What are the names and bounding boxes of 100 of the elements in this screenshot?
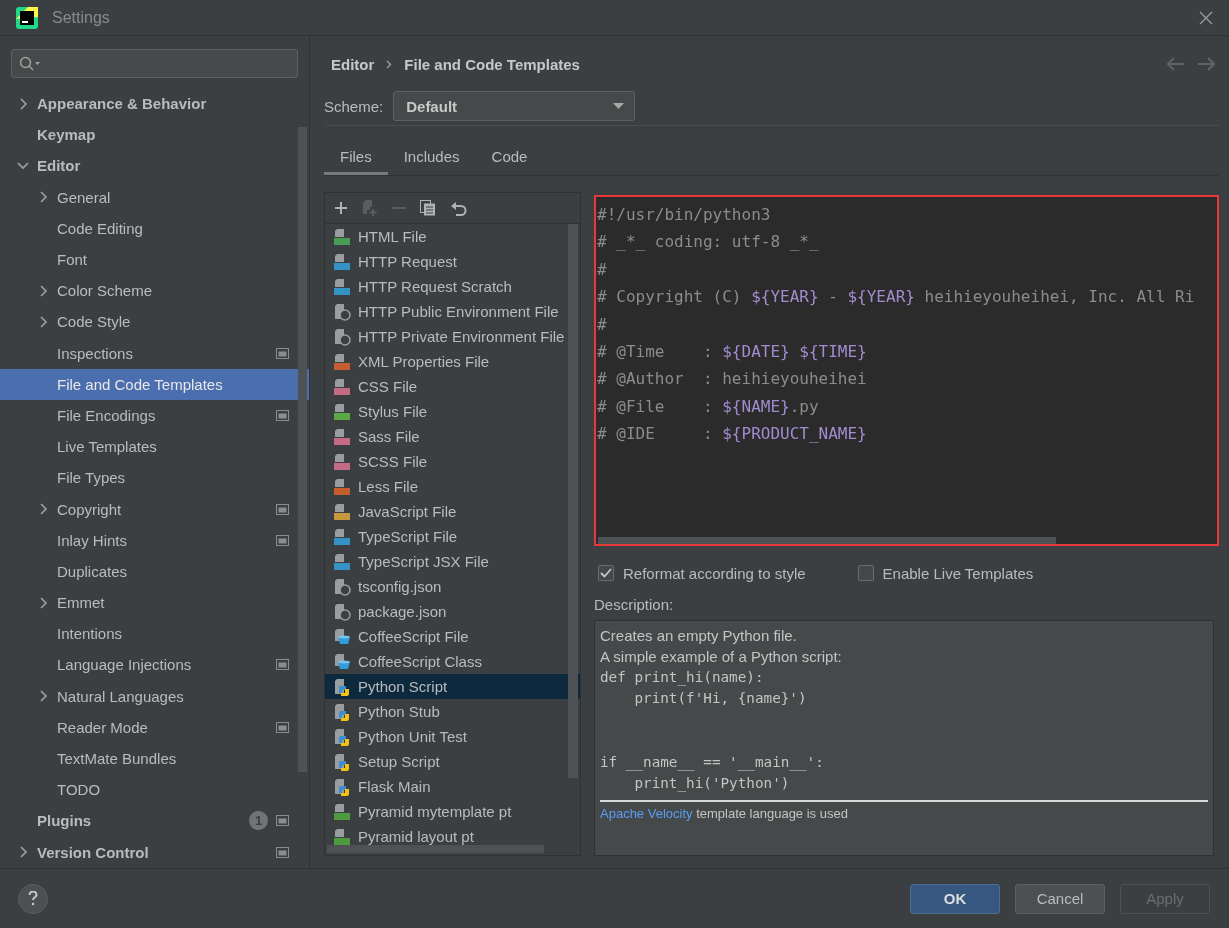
code-line: # bbox=[597, 313, 608, 336]
coffee-cup-icon bbox=[333, 627, 351, 646]
settings-tree-item[interactable]: Copyright bbox=[0, 493, 309, 525]
template-item[interactable]: CSS File bbox=[325, 374, 580, 399]
template-item[interactable]: HTTP Public Environment File bbox=[325, 299, 580, 324]
template-item[interactable]: HTTP Request bbox=[325, 249, 580, 274]
search-icon bbox=[19, 55, 41, 72]
settings-tree-item[interactable]: Code Editing bbox=[0, 212, 309, 244]
python-file-icon bbox=[333, 677, 351, 696]
description-text: A simple example of a Python script: bbox=[600, 647, 843, 667]
template-item[interactable]: XML Properties File bbox=[325, 349, 580, 374]
scrollbar[interactable] bbox=[327, 845, 544, 853]
add-icon[interactable] bbox=[334, 201, 348, 215]
template-item[interactable]: Less File bbox=[325, 474, 580, 499]
settings-tree-item[interactable]: Reader Mode bbox=[0, 711, 309, 743]
chevron-icon bbox=[386, 59, 393, 69]
template-item[interactable]: Setup Script bbox=[325, 749, 580, 774]
template-item[interactable]: TypeScript File bbox=[325, 524, 580, 549]
code-line: # _*_ coding: utf-8 _*_ bbox=[597, 231, 820, 254]
settings-tree-item[interactable]: Duplicates bbox=[0, 555, 309, 587]
template-item[interactable]: Python Stub bbox=[325, 699, 580, 724]
template-item[interactable]: Sass File bbox=[325, 424, 580, 449]
json-file-icon bbox=[333, 302, 351, 321]
template-item[interactable]: HTTP Request Scratch bbox=[325, 274, 580, 299]
copy-icon[interactable] bbox=[420, 200, 436, 216]
code-editor[interactable] bbox=[594, 195, 1219, 546]
footer-note: Apache Velocity template language is used bbox=[600, 806, 849, 822]
settings-tree-item[interactable]: Code Style bbox=[0, 306, 309, 338]
dropdown-caret-icon bbox=[613, 103, 625, 109]
settings-tree-item[interactable]: Inspections bbox=[0, 337, 309, 369]
scrollbar[interactable] bbox=[298, 127, 307, 772]
settings-tree-item[interactable]: Keymap bbox=[0, 119, 309, 151]
dialog-button[interactable]: OK bbox=[910, 883, 1000, 914]
settings-tree-item[interactable]: Language Injections bbox=[0, 649, 309, 681]
tab[interactable]: Code bbox=[475, 140, 544, 175]
template-item[interactable]: CoffeeScript Class bbox=[325, 649, 580, 674]
template-item[interactable]: tsconfig.json bbox=[325, 574, 580, 599]
template-item[interactable]: Pyramid layout pt bbox=[325, 824, 580, 845]
search-field[interactable] bbox=[11, 49, 298, 78]
breadcrumb-item: Editor bbox=[331, 55, 375, 73]
checkbox-box[interactable] bbox=[598, 565, 614, 581]
settings-tree-item[interactable]: Inlay Hints bbox=[0, 524, 309, 556]
template-item[interactable]: Stylus File bbox=[325, 399, 580, 424]
code-line: # Copyright (C) ${YEAR} - ${YEAR} heihieyouheihei, Inc. All Ri bbox=[597, 286, 1196, 309]
undo-icon[interactable] bbox=[450, 200, 467, 216]
settings-tree-item[interactable]: Editor bbox=[0, 150, 309, 182]
close-icon[interactable] bbox=[1199, 10, 1213, 25]
json-file-icon bbox=[333, 327, 351, 346]
app-icon bbox=[16, 6, 38, 29]
settings-tree-item[interactable]: Font bbox=[0, 243, 309, 276]
template-item[interactable]: package.json bbox=[325, 599, 580, 624]
settings-tree-item[interactable]: Live Templates bbox=[0, 431, 309, 463]
tab[interactable]: Includes bbox=[387, 140, 476, 175]
settings-tree-item[interactable]: General bbox=[0, 181, 309, 213]
code-line: # bbox=[597, 258, 608, 281]
python-file-icon bbox=[333, 727, 351, 746]
settings-tree-item[interactable]: Emmet bbox=[0, 587, 309, 619]
settings-tree-item[interactable]: Appearance & Behavior bbox=[0, 88, 309, 120]
scheme-label: Scheme: bbox=[324, 97, 384, 115]
python-file-icon bbox=[333, 702, 351, 721]
coffee-cup-icon bbox=[333, 652, 351, 671]
settings-tree-item[interactable]: Version Control bbox=[0, 836, 309, 868]
help-button[interactable] bbox=[18, 883, 48, 914]
template-item[interactable]: Python Script bbox=[325, 674, 580, 699]
code-line: # @IDE : ${PRODUCT_NAME} bbox=[597, 423, 868, 446]
json-file-icon bbox=[333, 577, 351, 596]
template-item[interactable]: Pyramid mytemplate pt bbox=[325, 799, 580, 824]
template-item[interactable]: HTTP Private Environment File bbox=[325, 324, 580, 349]
template-item[interactable]: HTML File bbox=[325, 224, 580, 249]
settings-tree-item[interactable]: File and Code Templates bbox=[0, 368, 309, 400]
tab[interactable]: Files bbox=[324, 140, 388, 175]
description-label: Description: bbox=[594, 594, 675, 614]
link[interactable]: Apache Velocity bbox=[600, 806, 693, 822]
code-line: # @Time : ${DATE} ${TIME} bbox=[597, 340, 868, 363]
scrollbar[interactable] bbox=[598, 537, 1056, 544]
settings-tree-item[interactable]: TODO bbox=[0, 774, 309, 806]
template-item[interactable]: Flask Main bbox=[325, 774, 580, 799]
description-text: Creates an empty Python file. bbox=[600, 626, 798, 646]
check-icon bbox=[600, 568, 612, 578]
template-item[interactable]: CoffeeScript File bbox=[325, 624, 580, 649]
settings-tree-item[interactable]: Color Scheme bbox=[0, 275, 309, 307]
settings-tree-item[interactable]: TextMate Bundles bbox=[0, 742, 309, 775]
window-title: Settings bbox=[52, 8, 111, 27]
scrollbar[interactable] bbox=[568, 224, 578, 778]
scheme-dropdown[interactable]: Default bbox=[393, 91, 636, 121]
checkbox[interactable]: Enable Live Templates bbox=[857, 564, 1034, 582]
checkbox-box[interactable] bbox=[857, 565, 874, 581]
dialog-button[interactable]: Cancel bbox=[1015, 883, 1105, 914]
code-sample: def print_hi(name): print(f'Hi, {name}') if __name__ == '__main__': print_hi('Python') bbox=[600, 668, 825, 794]
python-file-icon bbox=[333, 752, 351, 771]
settings-tree-item[interactable]: File Types bbox=[0, 462, 309, 494]
checkbox[interactable]: Reformat according to style bbox=[598, 564, 806, 582]
template-item[interactable]: JavaScript File bbox=[325, 499, 580, 524]
settings-tree-item[interactable]: Natural Languages bbox=[0, 680, 309, 712]
code-line: #!/usr/bin/python3 bbox=[597, 204, 772, 226]
template-item[interactable]: Python Unit Test bbox=[325, 724, 580, 749]
template-item[interactable]: TypeScript JSX File bbox=[325, 549, 580, 574]
template-item[interactable]: SCSS File bbox=[325, 449, 580, 474]
settings-tree-item[interactable]: File Encodings bbox=[0, 399, 309, 432]
settings-tree-item[interactable]: Intentions bbox=[0, 618, 309, 650]
